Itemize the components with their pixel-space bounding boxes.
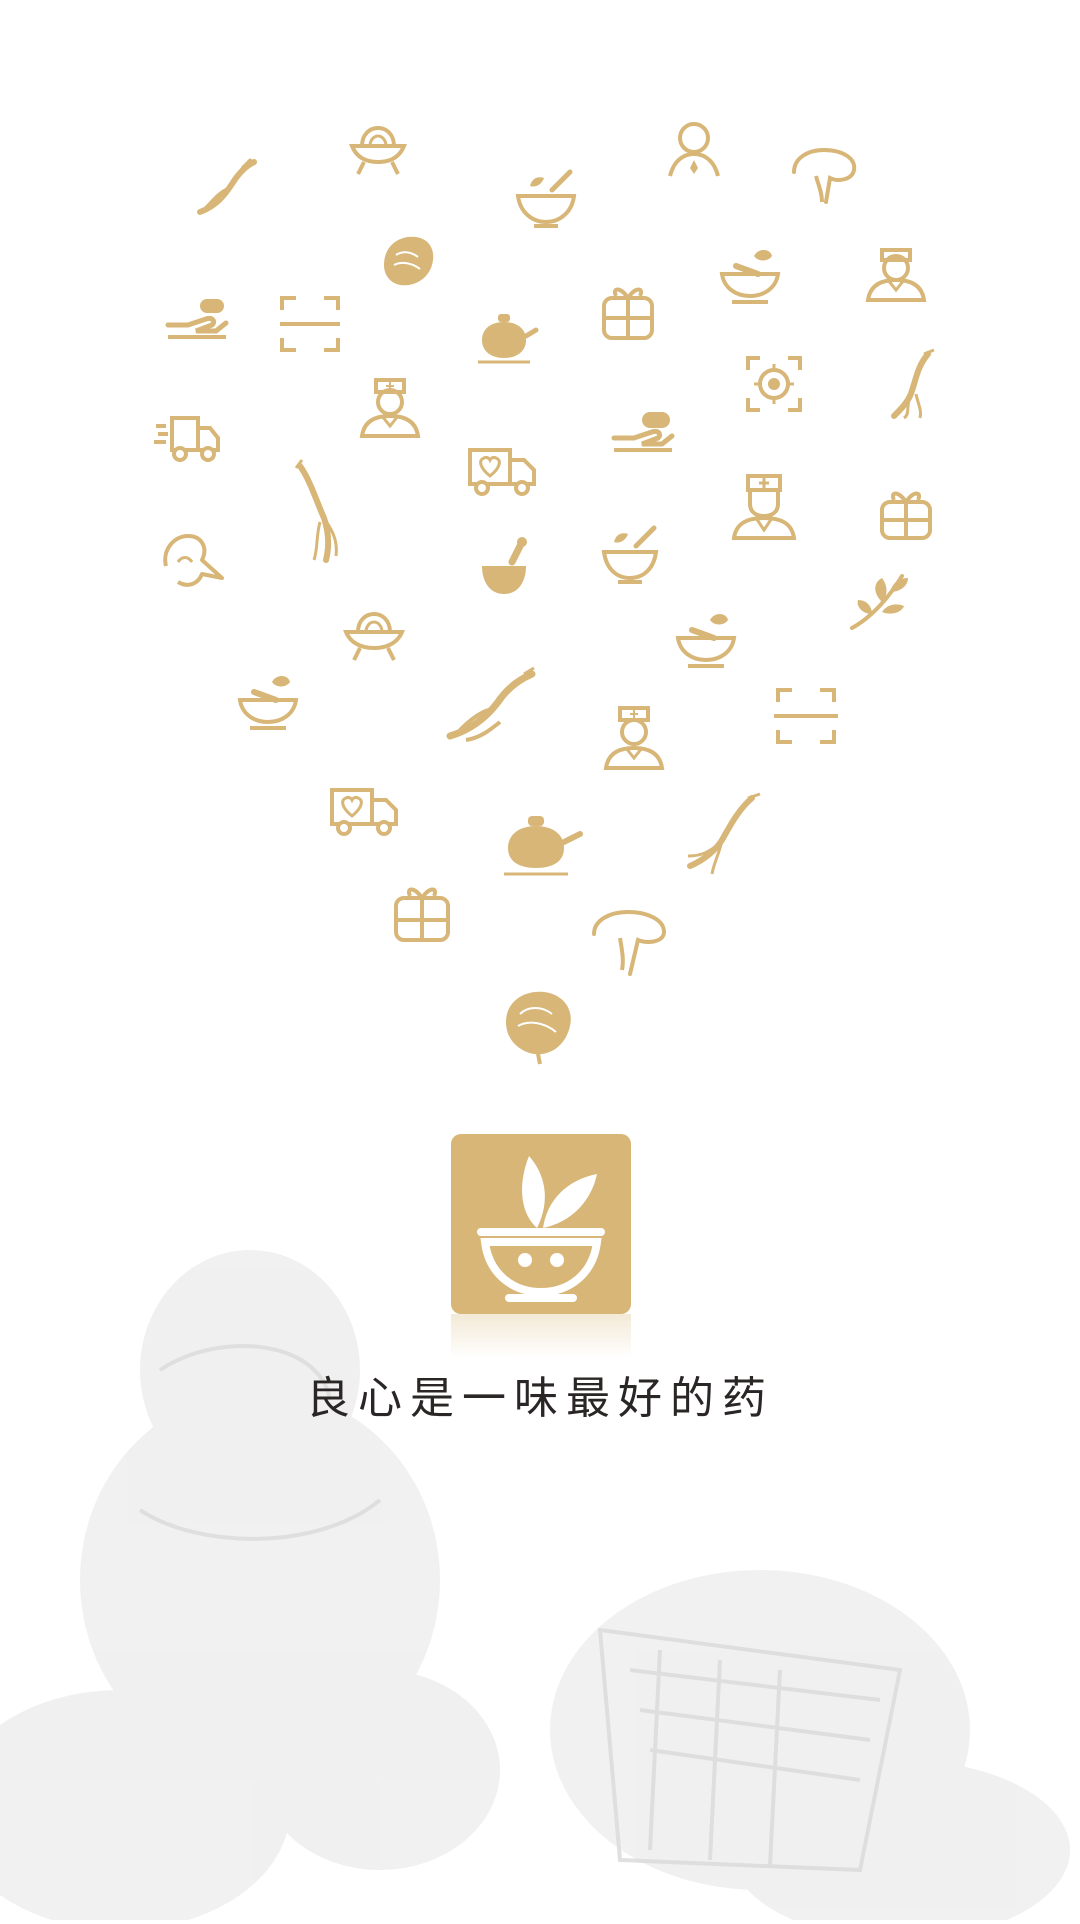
mushroom-icon — [588, 904, 670, 980]
herb-leaf-icon — [842, 562, 918, 638]
mortar-pestle-icon — [712, 236, 788, 312]
person-icon — [656, 112, 732, 188]
ginseng-icon — [680, 790, 766, 880]
app-logo — [451, 1134, 631, 1314]
scan-frame-icon — [272, 286, 348, 362]
lingzhi-mushroom-icon — [786, 140, 862, 216]
icon-cloud — [0, 0, 1080, 1080]
mortar-bowl-icon — [592, 516, 668, 592]
ambulance-icon — [464, 430, 540, 506]
medicine-scale-icon — [340, 110, 416, 186]
gift-box-icon — [590, 274, 666, 350]
logo-reflection — [451, 1314, 631, 1358]
ginseng-icon — [876, 346, 952, 422]
mortar-pestle-icon — [230, 662, 306, 738]
ambulance-icon — [326, 770, 402, 846]
ginseng-icon — [440, 660, 540, 750]
teapot-icon — [494, 806, 584, 882]
hand-pill-icon — [606, 396, 682, 472]
doctor-icon — [858, 234, 934, 310]
lingzhi-icon — [370, 225, 446, 301]
doctor-icon — [596, 700, 672, 776]
delivery-truck-icon — [150, 398, 226, 474]
mortar-bowl-icon — [508, 160, 584, 236]
ginseng-icon — [188, 150, 264, 226]
lingzhi-icon — [498, 984, 582, 1068]
medicine-scale-icon — [336, 596, 412, 672]
doctor-icon — [352, 370, 428, 446]
slogan: 良心是一味最好的药 — [306, 1373, 774, 1424]
gift-box-icon — [868, 476, 944, 552]
scan-frame-icon — [768, 678, 844, 754]
mortar-pestle-icon — [668, 600, 744, 676]
mortar-pestle-icon — [466, 532, 542, 608]
teapot-icon — [466, 300, 542, 376]
nurse-icon — [726, 468, 802, 544]
hand-pill-icon — [160, 285, 236, 361]
target-icon — [736, 346, 812, 422]
ginseng-icon — [282, 456, 358, 566]
mushroom-icon — [154, 522, 230, 598]
gift-box-icon — [384, 874, 460, 950]
